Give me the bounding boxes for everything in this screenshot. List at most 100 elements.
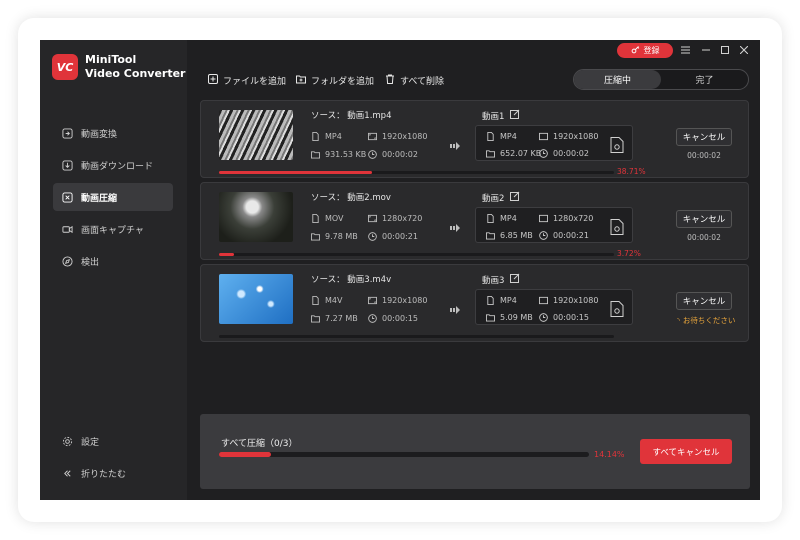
sidebar-item-convert[interactable]: 動画変換 (53, 119, 173, 147)
src-format: M4V (311, 296, 342, 305)
minimize-icon[interactable] (700, 44, 712, 56)
camera-icon (62, 224, 73, 235)
folder-icon (311, 233, 320, 241)
sidebar-item-compress[interactable]: 動画圧縮 (53, 183, 173, 211)
brand-line-1: MiniTool (85, 53, 137, 66)
delete-all-button[interactable]: すべて削除 (385, 73, 444, 87)
sidebar-item-discover[interactable]: 検出 (53, 247, 173, 275)
cancel-button[interactable]: キャンセル (676, 292, 732, 310)
output-settings-icon[interactable] (610, 137, 624, 153)
source-name: 動画3.m4v (347, 275, 392, 285)
clock-icon (368, 314, 377, 323)
cancel-button[interactable]: キャンセル (676, 128, 732, 146)
tab-completed[interactable]: 完了 (661, 70, 748, 89)
out-size: 5.09 MB (486, 313, 533, 322)
add-file-button[interactable]: ファイルを追加 (208, 73, 286, 87)
source-name: 動画2.mov (347, 193, 391, 203)
app-window: VC MiniTool Video Converter 動画変換 動画ダウンロー… (40, 40, 760, 500)
login-button[interactable]: 登録 (617, 43, 673, 58)
sidebar-item-label: 検出 (81, 257, 100, 268)
edit-icon[interactable] (510, 109, 520, 122)
sidebar-collapse[interactable]: 折りたたむ (53, 459, 173, 487)
edit-icon[interactable] (510, 273, 520, 286)
output-settings-box[interactable]: MP4 1920x1080 652.07 KB 00:00:02 (475, 125, 633, 161)
out-resolution: 1920x1080 (539, 296, 598, 305)
src-size: 931.53 KB (311, 150, 366, 159)
sidebar-item-label: 折りたたむ (81, 469, 127, 480)
sidebar-item-settings[interactable]: 設定 (53, 427, 173, 455)
app-logo: VC (52, 54, 78, 80)
maximize-icon[interactable] (719, 44, 731, 56)
edit-icon[interactable] (510, 191, 520, 204)
tab-compressing[interactable]: 圧縮中 (574, 70, 661, 89)
src-duration: 00:00:15 (368, 314, 418, 323)
task-progress-bar (219, 335, 614, 338)
sidebar-item-label: 設定 (81, 437, 100, 448)
task-progress-bar (219, 171, 614, 174)
sidebar-item-label: 動画ダウンロード (81, 161, 154, 172)
hamburger-icon[interactable] (679, 44, 691, 56)
double-chevron-left-icon (62, 468, 73, 479)
arrow-right-icon (449, 137, 461, 150)
task-progress-percent: 38.71% (617, 167, 646, 176)
output-settings-icon[interactable] (610, 301, 624, 317)
clock-icon (368, 232, 377, 241)
src-resolution: 1920x1080 (368, 132, 427, 141)
add-folder-button[interactable]: フォルダを追加 (296, 73, 374, 87)
sidebar-item-label: 画面キャプチャ (81, 225, 144, 236)
summary-panel: すべて圧縮（0/3） 14.14% すべてキャンセル (200, 414, 750, 489)
sidebar-item-capture[interactable]: 画面キャプチャ (53, 215, 173, 243)
video-thumbnail (219, 274, 293, 324)
app-brand: MiniTool Video Converter (85, 53, 185, 81)
output-name: 動画2 (482, 193, 505, 204)
src-format: MOV (311, 214, 344, 223)
output-title: 動画2 (482, 191, 520, 204)
task-progress-fill (219, 253, 234, 256)
overall-progress-percent: 14.14% (594, 450, 625, 459)
overall-progress-bar (219, 452, 589, 457)
clock-icon (539, 149, 548, 158)
spinner-icon: ◝ (677, 316, 680, 325)
folder-icon (311, 315, 320, 323)
file-icon (312, 132, 319, 141)
sidebar-item-label: 動画変換 (81, 129, 118, 140)
delete-all-label: すべて削除 (400, 76, 445, 87)
cancel-all-button[interactable]: すべてキャンセル (640, 439, 732, 464)
gear-icon (62, 436, 73, 447)
sidebar-item-download[interactable]: 動画ダウンロード (53, 151, 173, 179)
out-format: MP4 (486, 296, 517, 305)
source-name: 動画1.mp4 (347, 111, 392, 121)
file-icon (312, 214, 319, 223)
brand-line-2: Video Converter (85, 67, 186, 80)
task-progress-percent: 3.72% (617, 249, 641, 258)
video-thumbnail (219, 192, 293, 242)
add-folder-label: フォルダを追加 (311, 76, 375, 87)
all-compress-label: すべて圧縮（0/3） (221, 439, 298, 449)
resolution-icon (368, 214, 377, 223)
key-icon (631, 45, 640, 56)
output-settings-box[interactable]: MP4 1920x1080 5.09 MB 00:00:15 (475, 289, 633, 325)
task-card-3: ソース： 動画3.m4v M4V 1920x1080 7.27 MB 00:00… (200, 264, 749, 342)
cancel-button[interactable]: キャンセル (676, 210, 732, 228)
elapsed-time: 00:00:02 (687, 151, 721, 160)
clock-icon (539, 231, 548, 240)
compress-icon (62, 191, 73, 203)
source-label: ソース： 動画1.mp4 (311, 111, 392, 121)
folder-plus-icon (296, 74, 306, 87)
file-icon (487, 214, 494, 223)
src-duration: 00:00:02 (368, 150, 418, 159)
close-icon[interactable] (738, 44, 750, 56)
out-size: 652.07 KB (486, 149, 541, 158)
folder-icon (486, 314, 495, 322)
overall-progress-fill (219, 452, 272, 457)
sidebar: VC MiniTool Video Converter 動画変換 動画ダウンロー… (40, 40, 187, 500)
out-size: 6.85 MB (486, 231, 533, 240)
convert-icon (62, 127, 73, 139)
resolution-icon (539, 296, 548, 305)
output-settings-box[interactable]: MP4 1280x720 6.85 MB 00:00:21 (475, 207, 633, 243)
resolution-icon (539, 132, 548, 141)
resolution-icon (368, 296, 377, 305)
output-settings-icon[interactable] (610, 219, 624, 235)
source-label: ソース： 動画3.m4v (311, 275, 392, 285)
waiting-status: ◝ お待ちください (677, 316, 736, 325)
